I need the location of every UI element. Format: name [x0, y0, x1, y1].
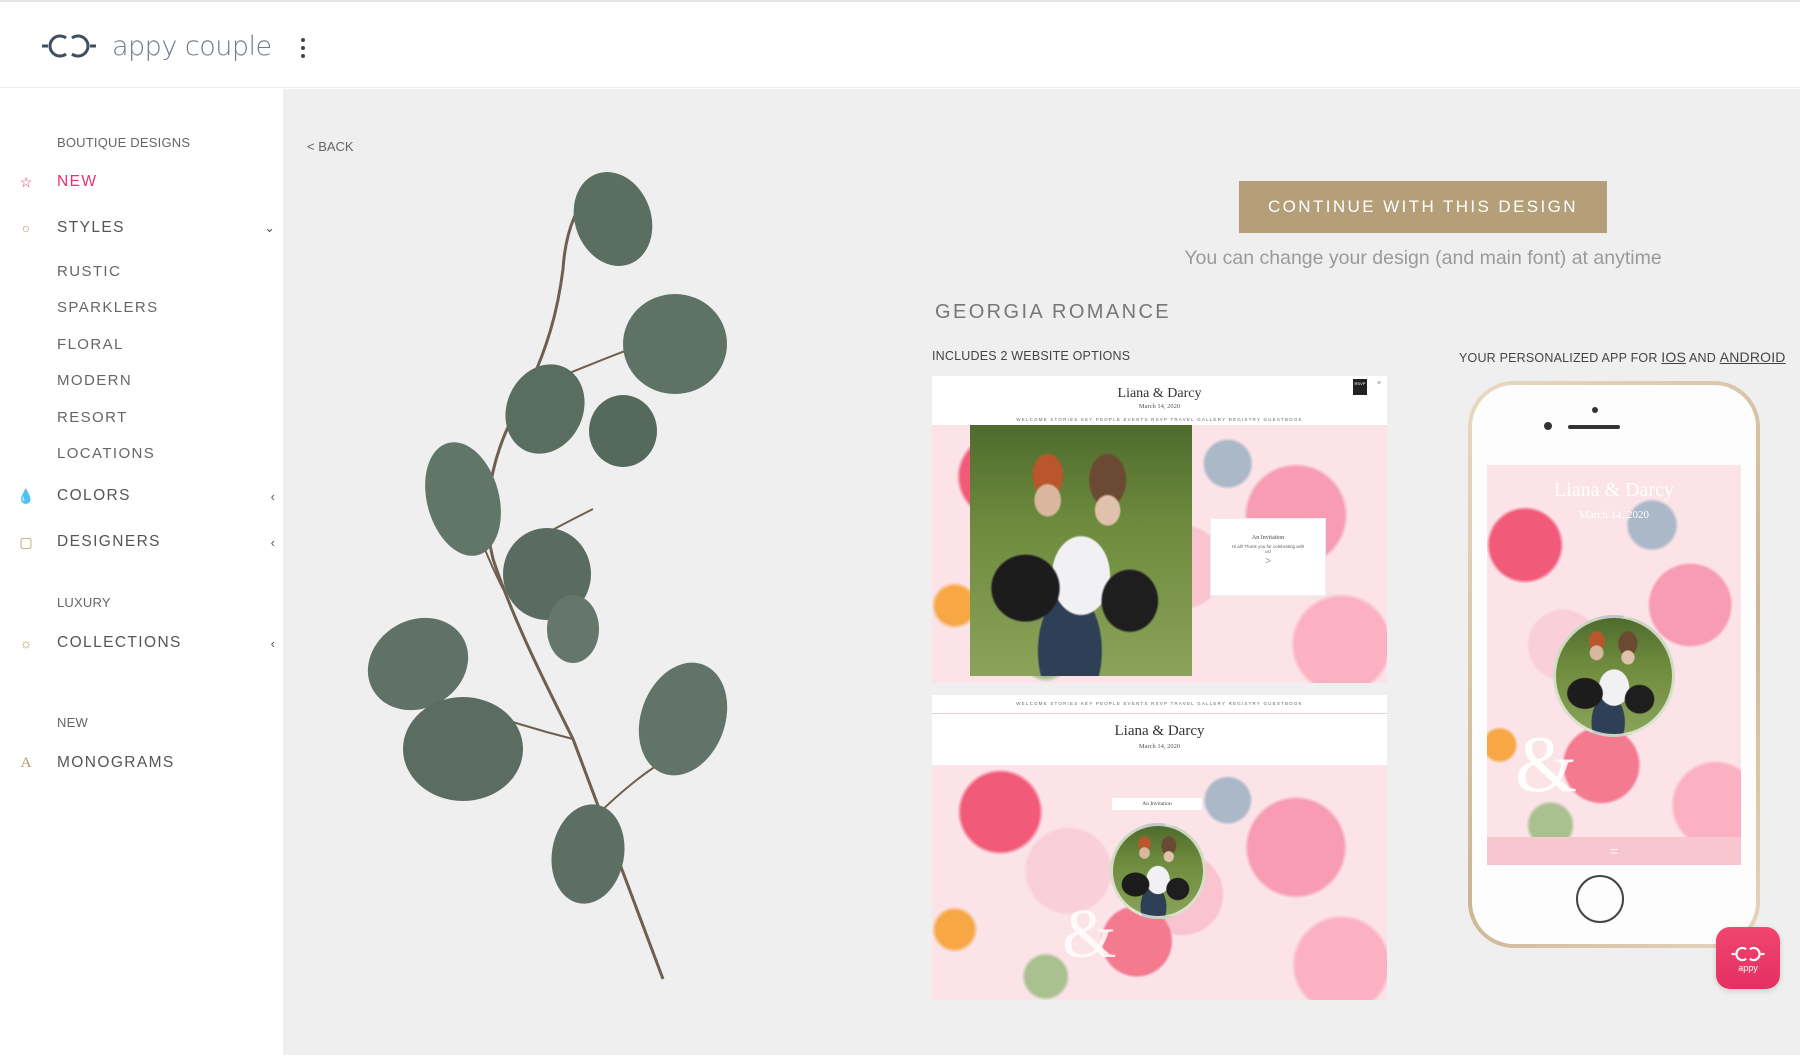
phone-body: Liana & Darcy March 14, 2020 & =	[1472, 385, 1756, 944]
couple-photo-circle	[1110, 823, 1206, 919]
menu-icon: =	[1609, 843, 1619, 859]
sidebar-item-new[interactable]: ☆ NEW	[0, 167, 283, 197]
more-menu-icon[interactable]	[298, 38, 308, 58]
app-phone-preview[interactable]: Liana & Darcy March 14, 2020 & =	[1468, 381, 1760, 948]
sidebar-item-monograms[interactable]: A MONOGRAMS	[0, 748, 283, 778]
sidebar-item-label: STYLES	[57, 219, 125, 236]
sidebar-item-label: NEW	[57, 173, 98, 190]
preview-couple-name: Liana & Darcy	[1114, 723, 1205, 739]
design-change-note: You can change your design (and main fon…	[1184, 247, 1662, 269]
app-label-and: AND	[1688, 351, 1716, 365]
android-link[interactable]: ANDROID	[1720, 349, 1786, 365]
website-preview-option-2[interactable]: WELCOME STORIES KEY PEOPLE EVENTS RSVP T…	[932, 695, 1387, 1000]
couple-photo	[970, 425, 1192, 676]
app-menu-bar[interactable]: =	[1487, 837, 1741, 865]
star-icon: ☆	[19, 173, 33, 190]
ios-link[interactable]: IOS	[1661, 349, 1686, 365]
chevron-right-icon: >	[1265, 556, 1271, 567]
preview-date: March 14, 2020	[1138, 743, 1181, 750]
style-locations[interactable]: LOCATIONS	[57, 445, 155, 462]
app-platforms-label: YOUR PERSONALIZED APP FOR IOS AND ANDROI…	[1459, 349, 1786, 365]
rsvp-bookmark: RSVP	[1353, 379, 1367, 395]
website-options-label: INCLUDES 2 WEBSITE OPTIONS	[932, 349, 1131, 363]
phone-screen: Liana & Darcy March 14, 2020 & =	[1487, 465, 1741, 865]
style-rustic[interactable]: RUSTIC	[57, 263, 121, 280]
style-floral[interactable]: FLORAL	[57, 336, 124, 353]
phone-sensor	[1544, 422, 1552, 430]
badge-label: appy	[1738, 963, 1758, 973]
sun-icon: ☼	[19, 635, 33, 651]
preview-couple-name: Liana & Darcy	[1117, 386, 1202, 401]
chevron-left-icon: ‹	[270, 488, 275, 504]
sidebar-item-label: MONOGRAMS	[57, 754, 175, 771]
section-luxury: LUXURY	[57, 595, 111, 610]
nav-divider	[932, 713, 1387, 714]
appy-chat-badge[interactable]: appy	[1716, 927, 1780, 989]
design-title: GEORGIA ROMANCE	[935, 301, 1172, 323]
menu-icon: ≡	[1376, 380, 1381, 387]
preview-nav: WELCOME STORIES KEY PEOPLE EVENTS RSVP T…	[1016, 417, 1303, 422]
square-icon: ▢	[19, 533, 33, 550]
preview-nav: WELCOME STORIES KEY PEOPLE EVENTS RSVP T…	[1016, 701, 1303, 706]
section-new: NEW	[57, 715, 88, 730]
top-header: appy couple	[0, 0, 1800, 88]
invitation-card: An Invitation Hi all! Thank you for cele…	[1210, 518, 1326, 596]
drop-icon: 💧	[17, 487, 35, 504]
couple-photo-circle	[1553, 615, 1675, 737]
app-couple-name: Liana & Darcy	[1554, 479, 1674, 501]
logo-rings-icon	[1731, 946, 1765, 962]
sidebar-item-collections[interactable]: ☼ COLLECTIONS ‹	[0, 628, 283, 658]
ampersand-ornament: &	[1515, 721, 1578, 809]
sidebar-item-label: COLORS	[57, 487, 131, 504]
sidebar-item-designers[interactable]: ▢ DESIGNERS ‹	[0, 527, 283, 557]
sidebar-item-styles[interactable]: ○ STYLES ⌄	[0, 213, 283, 243]
design-detail-panel: < BACK CONTINUE WITH THIS DESIGN You can…	[283, 89, 1800, 1055]
app-date: March 14, 2020	[1579, 509, 1649, 521]
chevron-left-icon: ‹	[270, 534, 275, 550]
logo-rings-icon	[42, 34, 96, 58]
continue-with-design-button[interactable]: CONTINUE WITH THIS DESIGN	[1239, 181, 1607, 233]
sidebar: BOUTIQUE DESIGNS ☆ NEW ○ STYLES ⌄ RUSTIC…	[0, 89, 283, 1055]
phone-camera	[1592, 407, 1598, 413]
style-resort[interactable]: RESORT	[57, 409, 128, 426]
phone-speaker	[1568, 425, 1620, 429]
style-sparklers[interactable]: SPARKLERS	[57, 299, 159, 316]
appy-couple-logo[interactable]: appy couple	[38, 28, 272, 64]
ampersand-ornament: &	[1062, 896, 1117, 973]
chevron-left-icon: ‹	[270, 635, 275, 651]
invitation-text: Hi all! Thank you for celebrating with u…	[1231, 544, 1305, 554]
section-boutique-designs: BOUTIQUE DESIGNS	[57, 135, 191, 150]
sidebar-item-colors[interactable]: 💧 COLORS ‹	[0, 481, 283, 511]
chevron-down-icon: ⌄	[264, 220, 275, 235]
sidebar-item-label: DESIGNERS	[57, 533, 161, 550]
invitation-title: An Invitation	[1251, 535, 1285, 541]
website-preview-option-1[interactable]: Liana & Darcy March 14, 2020 WELCOME STO…	[932, 376, 1387, 683]
style-modern[interactable]: MODERN	[57, 372, 132, 389]
brand-name: appy couple	[112, 30, 272, 62]
invitation-tab: An Invitation	[1112, 798, 1202, 810]
eucalyptus-image	[367, 172, 728, 980]
circle-icon: ○	[21, 220, 31, 236]
phone-home-button	[1576, 875, 1624, 923]
preview-date: March 14, 2020	[1138, 403, 1181, 410]
sidebar-item-label: COLLECTIONS	[57, 634, 182, 651]
monogram-icon: A	[20, 754, 32, 771]
app-label-prefix: YOUR PERSONALIZED APP FOR	[1459, 351, 1658, 365]
